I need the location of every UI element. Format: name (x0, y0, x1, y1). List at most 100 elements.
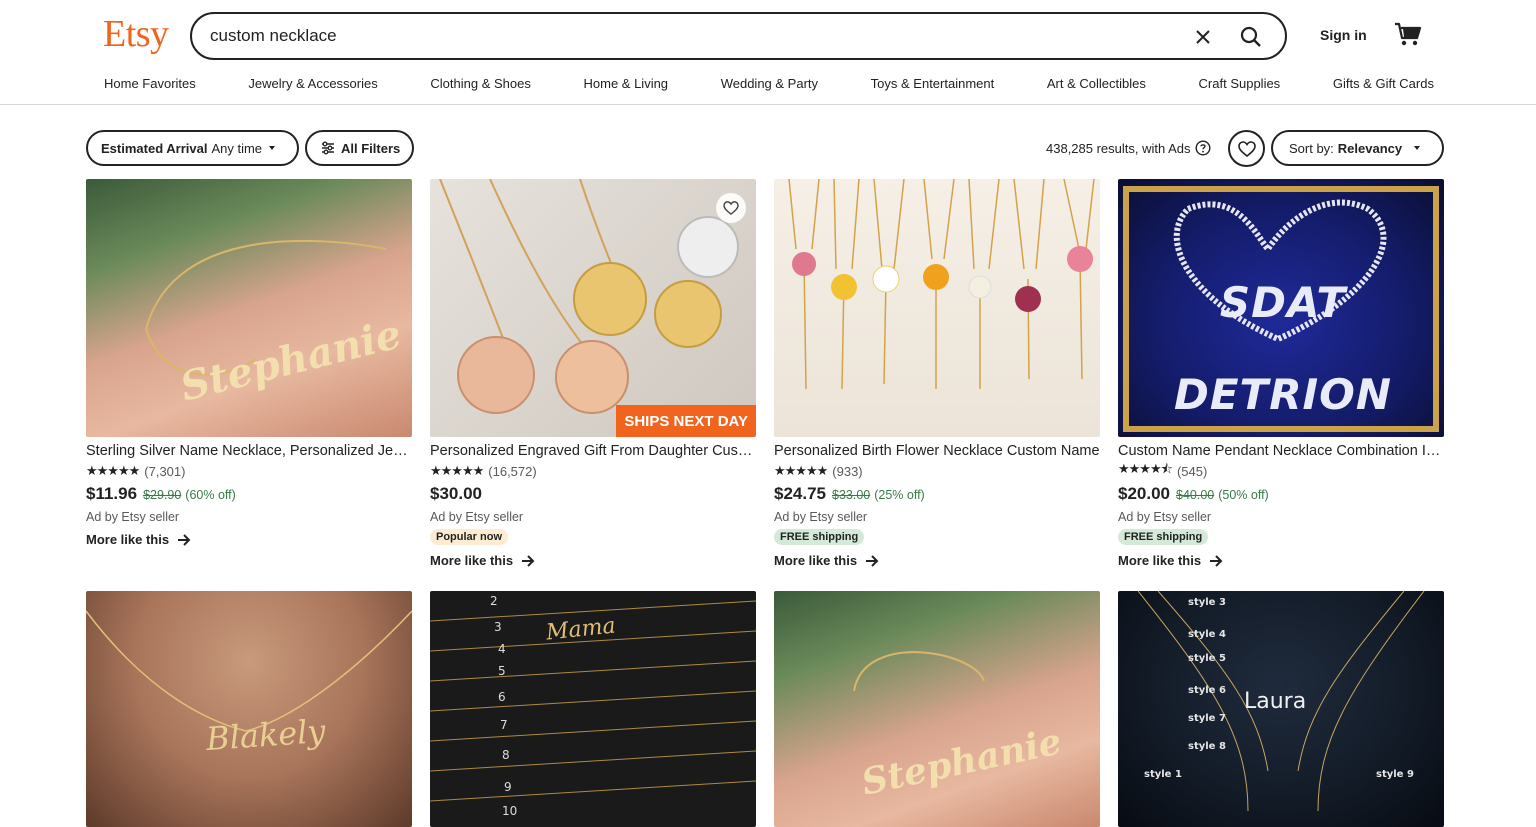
arrival-value: Any time (211, 140, 263, 156)
category-clothing[interactable]: Clothing & Shoes (430, 76, 530, 91)
image-name-text: SDAT DETRION (1173, 278, 1393, 419)
product-rating: ★★★★★ (16,572) (430, 463, 756, 479)
search-button[interactable] (1236, 22, 1266, 52)
search-bar[interactable] (190, 12, 1287, 60)
product-card[interactable]: 234 567 8 9 10 Mama (430, 591, 756, 827)
caret-down-icon (269, 146, 276, 150)
sort-dropdown[interactable]: Sort by: Relevancy (1271, 130, 1444, 166)
svg-text:style 9: style 9 (1376, 769, 1414, 780)
shopping-cart-icon (1395, 22, 1422, 46)
review-count: (7,301) (144, 463, 186, 479)
product-image[interactable]: Stephanie (774, 591, 1100, 827)
product-card[interactable]: Personalized Birth Flower Necklace Custo… (774, 179, 1100, 568)
category-home-living[interactable]: Home & Living (584, 76, 669, 91)
product-rating: ★★★★⯪ (545) (1118, 461, 1444, 479)
category-home-favorites[interactable]: Home Favorites (104, 76, 196, 91)
arrow-right-icon (866, 554, 879, 567)
product-image[interactable]: Blakely (86, 591, 412, 827)
category-gifts[interactable]: Gifts & Gift Cards (1333, 76, 1434, 91)
more-like-this-link[interactable]: More like this (774, 553, 1100, 568)
product-title[interactable]: Personalized Engraved Gift From Daughter… (430, 443, 756, 459)
discount: (50% off) (1218, 488, 1269, 502)
site-header: Etsy Sign in Home Favorites Jewelry & Ac… (0, 0, 1536, 105)
svg-text:style 6: style 6 (1188, 685, 1226, 696)
product-card[interactable]: Stephanie (774, 591, 1100, 827)
category-craft[interactable]: Craft Supplies (1199, 76, 1281, 91)
svg-text:style 4: style 4 (1188, 629, 1226, 640)
sale-price: $20.00 (1118, 484, 1170, 503)
product-card[interactable]: Stephanie Sterling Silver Name Necklace,… (86, 179, 412, 547)
svg-text:2: 2 (490, 594, 498, 608)
more-like-this-label: More like this (774, 553, 858, 568)
ships-next-day-banner: SHIPS NEXT DAY (616, 405, 756, 437)
arrow-right-icon (1210, 554, 1223, 567)
more-like-this-link[interactable]: More like this (86, 532, 412, 547)
sale-price: $24.75 (774, 484, 826, 503)
estimated-arrival-dropdown[interactable]: Estimated Arrival Any time (86, 130, 299, 166)
product-card[interactable]: style 3 style 4 style 5 style 6 style 7 styl… (1118, 591, 1444, 827)
product-image[interactable] (774, 179, 1100, 437)
clear-search-button[interactable] (1190, 24, 1216, 50)
heart-icon (723, 201, 739, 215)
original-price: $40.00 (1176, 488, 1215, 502)
svg-text:10: 10 (502, 804, 517, 818)
product-title[interactable]: Custom Name Pendant Necklace Combination… (1118, 443, 1444, 459)
necklace-illustration (86, 610, 412, 732)
necklace-illustration (145, 239, 387, 376)
star-rating-icon: ★★★★★ (430, 463, 484, 478)
category-art[interactable]: Art & Collectibles (1047, 76, 1146, 91)
product-rating: ★★★★★ (933) (774, 463, 1100, 479)
arrow-right-icon (178, 533, 191, 546)
close-icon (1196, 30, 1210, 44)
product-title[interactable]: Sterling Silver Name Necklace, Personali… (86, 443, 412, 459)
svg-text:8: 8 (502, 748, 510, 762)
product-card[interactable]: SHIPS NEXT DAY Personalized Engraved Gif… (430, 179, 756, 568)
etsy-logo[interactable]: Etsy (103, 12, 169, 56)
product-title[interactable]: Personalized Birth Flower Necklace Custo… (774, 443, 1100, 459)
category-nav: Home Favorites Jewelry & Accessories Clo… (104, 76, 1434, 91)
product-rating: ★★★★★ (7,301) (86, 463, 412, 479)
sign-in-link[interactable]: Sign in (1320, 27, 1367, 43)
more-like-this-link[interactable]: More like this (430, 553, 756, 568)
svg-text:9: 9 (504, 780, 512, 794)
price-row: $24.75 $33.00 (25% off) (774, 484, 1100, 504)
product-image[interactable]: SHIPS NEXT DAY (430, 179, 756, 437)
svg-text:3: 3 (494, 620, 502, 634)
necklace-illustration (853, 651, 985, 692)
category-toys[interactable]: Toys & Entertainment (871, 76, 995, 91)
results-count: 438,285 results, with Ads (1046, 140, 1211, 156)
sort-value: Relevancy (1337, 140, 1403, 156)
price-row: $20.00 $40.00 (50% off) (1118, 484, 1444, 504)
category-wedding[interactable]: Wedding & Party (721, 76, 818, 91)
product-image[interactable]: style 3 style 4 style 5 style 6 style 7 styl… (1118, 591, 1444, 827)
favorite-button[interactable] (716, 193, 746, 223)
star-rating-icon: ★★★★★ (86, 463, 140, 478)
ad-label: Ad by Etsy seller (430, 510, 524, 524)
product-card[interactable]: Blakely (86, 591, 412, 827)
arrival-label: Estimated Arrival (101, 140, 208, 156)
product-image[interactable]: Stephanie (86, 179, 412, 437)
review-count: (16,572) (488, 463, 537, 479)
product-card[interactable]: SDAT DETRION Custom Name Pendant Necklac… (1118, 179, 1444, 568)
free-shipping-badge: FREE shipping (1118, 529, 1209, 545)
sort-label: Sort by: (1289, 140, 1334, 156)
sale-price: $11.96 (86, 484, 138, 503)
product-image[interactable]: SDAT DETRION (1118, 179, 1444, 437)
help-icon[interactable] (1195, 140, 1211, 156)
search-input[interactable] (210, 23, 1170, 49)
birth-flower-illustration (788, 179, 1095, 390)
more-like-this-link[interactable]: More like this (1118, 553, 1444, 568)
pendants-illustration (439, 179, 739, 414)
category-jewelry[interactable]: Jewelry & Accessories (248, 76, 377, 91)
cart-button[interactable] (1394, 22, 1422, 48)
ad-label: Ad by Etsy seller (774, 510, 868, 524)
save-search-button[interactable] (1228, 130, 1265, 167)
svg-text:style 5: style 5 (1188, 653, 1226, 664)
all-filters-button[interactable]: All Filters (305, 130, 414, 166)
ad-label: Ad by Etsy seller (1118, 510, 1212, 524)
ad-label: Ad by Etsy seller (86, 510, 180, 524)
svg-text:7: 7 (500, 718, 508, 732)
product-image[interactable]: 234 567 8 9 10 Mama (430, 591, 756, 827)
svg-text:style 7: style 7 (1188, 713, 1226, 724)
svg-text:style 1: style 1 (1144, 769, 1182, 780)
